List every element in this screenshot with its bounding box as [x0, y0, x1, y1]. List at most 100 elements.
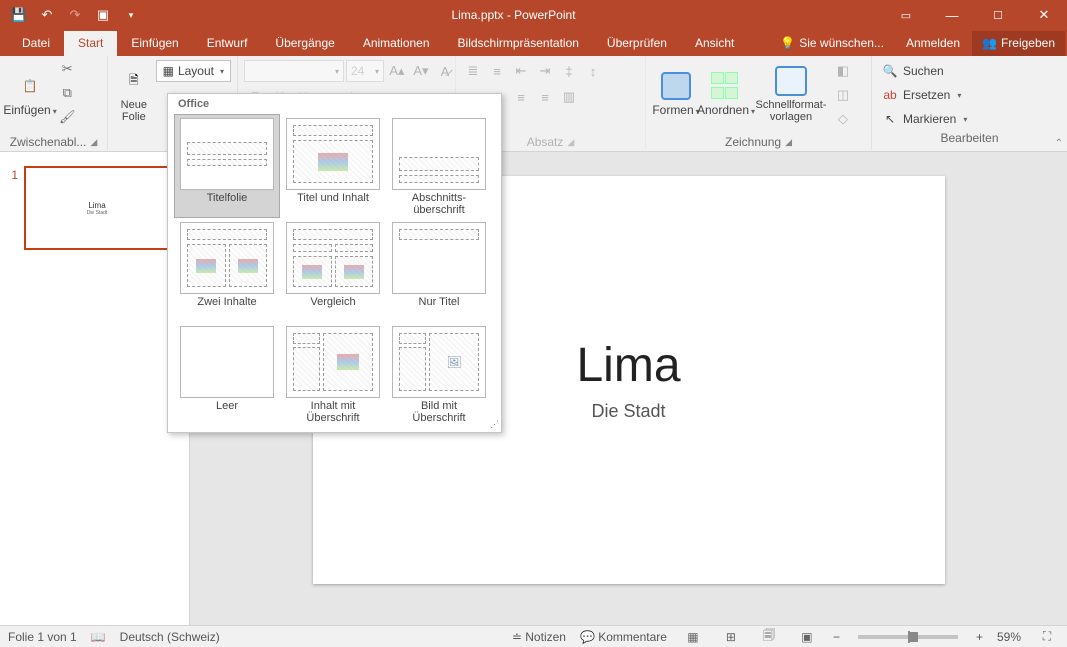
group-drawing: Formen▾ Anordnen▾ Schnellformat- vorlage… [646, 56, 872, 150]
search-icon: 🔍 [882, 64, 898, 78]
dialog-launcher-icon[interactable]: ◢ [785, 137, 792, 148]
work-area: 1 Lima Die Stadt Lima Die Stadt [0, 152, 1067, 625]
status-bar: Folie 1 von 1 📖 Deutsch (Schweiz) ≐ Noti… [0, 625, 1067, 647]
shape-fill-icon[interactable]: ◧ [832, 60, 854, 82]
decrease-font-icon[interactable]: A▾ [410, 60, 432, 82]
line-spacing-icon[interactable]: ‡ [558, 60, 580, 82]
redo-icon[interactable]: ↷ [62, 2, 88, 28]
cut-icon[interactable]: ✂ [56, 58, 79, 80]
tab-insert[interactable]: Einfügen [117, 31, 192, 56]
reading-view-icon[interactable]: 🗐 [757, 626, 781, 647]
spellcheck-icon[interactable]: 📖 [91, 630, 106, 644]
layout-abschnittsueberschrift[interactable]: Abschnitts- überschrift [386, 114, 492, 218]
new-slide-button[interactable]: 🗎 Neue Folie [114, 58, 154, 128]
language-label[interactable]: Deutsch (Schweiz) [120, 630, 220, 644]
slide-thumbnails-pane[interactable]: 1 Lima Die Stadt [0, 152, 190, 625]
quick-styles-button[interactable]: Schnellformat- vorlagen [752, 58, 830, 128]
start-from-beginning-icon[interactable]: ▣ [90, 2, 116, 28]
format-painter-icon[interactable]: 🖌 [56, 106, 79, 128]
layout-leer[interactable]: Leer [174, 322, 280, 426]
font-size-combo[interactable]: 24▾ [346, 60, 384, 82]
arrange-button[interactable]: Anordnen▾ [702, 58, 750, 128]
shape-outline-icon[interactable]: ◫ [832, 84, 854, 106]
paste-button[interactable]: 📋 Einfügen▾ [6, 58, 54, 128]
layout-titel-und-inhalt[interactable]: Titel und Inhalt [280, 114, 386, 218]
slide-thumbnail-1[interactable]: 1 Lima Die Stadt [6, 166, 183, 250]
collapse-ribbon-icon[interactable]: ⌃ [1055, 138, 1063, 149]
tab-slideshow[interactable]: Bildschirmpräsentation [444, 31, 593, 56]
select-icon: ↖ [882, 112, 898, 126]
tab-design[interactable]: Entwurf [193, 31, 262, 56]
layout-bild-mit-ueberschrift[interactable]: 🖼 Bild mit Überschrift [386, 322, 492, 426]
new-slide-icon: 🗎 [118, 65, 150, 97]
decrease-indent-icon[interactable]: ⇤ [510, 60, 532, 82]
layout-nur-titel[interactable]: Nur Titel [386, 218, 492, 322]
find-button[interactable]: 🔍Suchen [878, 60, 1061, 82]
minimize-icon[interactable]: — [929, 0, 975, 30]
clipboard-group-label: Zwischenabl... [10, 135, 87, 149]
layout-icon: ▦ [163, 64, 174, 78]
notes-button[interactable]: ≐ Notizen [512, 630, 566, 644]
layout-titelfolie[interactable]: Titelfolie [174, 114, 280, 218]
justify-icon[interactable]: ≡ [534, 86, 556, 108]
fit-to-window-icon[interactable]: ⛶ [1035, 629, 1059, 644]
window-controls: ▭ — ☐ ✕ [883, 0, 1067, 30]
document-title: Lima.pptx - PowerPoint [144, 8, 883, 22]
title-bar: 💾 ↶ ↷ ▣ ▾ Lima.pptx - PowerPoint ▭ — ☐ ✕ [0, 0, 1067, 30]
dialog-launcher-icon[interactable]: ◢ [90, 137, 97, 148]
ribbon-options-icon[interactable]: ▭ [883, 0, 929, 30]
layout-zwei-inhalte[interactable]: Zwei Inhalte [174, 218, 280, 322]
zoom-in-icon[interactable]: + [976, 630, 983, 644]
paragraph-group-label: Absatz [527, 135, 564, 149]
text-direction-icon[interactable]: ↕ [582, 60, 604, 82]
layout-button[interactable]: ▦ Layout ▾ [156, 60, 231, 82]
slide-title[interactable]: Lima [576, 338, 680, 393]
picture-icon: 🖼 [446, 355, 461, 369]
maximize-icon[interactable]: ☐ [975, 0, 1021, 30]
tab-view[interactable]: Ansicht [681, 31, 748, 56]
save-icon[interactable]: 💾 [6, 2, 32, 28]
drawing-group-label: Zeichnung [725, 135, 781, 149]
tab-animations[interactable]: Animationen [349, 31, 444, 56]
increase-indent-icon[interactable]: ⇥ [534, 60, 556, 82]
comments-button[interactable]: 💬 Kommentare [580, 630, 667, 644]
tab-transitions[interactable]: Übergänge [261, 31, 348, 56]
zoom-out-icon[interactable]: − [833, 630, 840, 644]
copy-icon[interactable]: ⧉ [56, 82, 79, 104]
paste-icon: 📋 [14, 70, 46, 102]
columns-icon[interactable]: ▥ [558, 86, 580, 108]
tab-home[interactable]: Start [64, 31, 117, 56]
undo-icon[interactable]: ↶ [34, 2, 60, 28]
tab-file[interactable]: Datei [8, 31, 64, 56]
layout-gallery: Office Titelfolie Titel und Inhalt Absch… [167, 93, 502, 433]
slide-sorter-icon[interactable]: ⊞ [719, 630, 743, 644]
slide-count-label: Folie 1 von 1 [8, 630, 77, 644]
slideshow-view-icon[interactable]: ▣ [795, 630, 819, 644]
numbering-icon[interactable]: ≡ [486, 60, 508, 82]
zoom-level[interactable]: 59% [997, 630, 1021, 644]
close-icon[interactable]: ✕ [1021, 0, 1067, 30]
dialog-launcher-icon[interactable]: ◢ [567, 137, 574, 148]
qat-customize-icon[interactable]: ▾ [118, 2, 144, 28]
tell-me[interactable]: 💡Sie wünschen... [770, 31, 894, 56]
shapes-button[interactable]: Formen▾ [652, 58, 700, 128]
increase-font-icon[interactable]: A▴ [386, 60, 408, 82]
zoom-slider[interactable] [858, 635, 958, 639]
align-right-icon[interactable]: ≡ [510, 86, 532, 108]
bullets-icon[interactable]: ≣ [462, 60, 484, 82]
resize-grip-icon[interactable]: ⋰ [490, 419, 499, 430]
slide-subtitle[interactable]: Die Stadt [591, 401, 665, 422]
editing-group-label: Bearbeiten [940, 131, 998, 145]
clear-formatting-icon[interactable]: A̷ [434, 60, 456, 82]
layout-inhalt-mit-ueberschrift[interactable]: Inhalt mit Überschrift [280, 322, 386, 426]
share-button[interactable]: 👥Freigeben [972, 31, 1065, 56]
tab-review[interactable]: Überprüfen [593, 31, 681, 56]
select-button[interactable]: ↖Markieren▾ [878, 108, 1061, 130]
replace-button[interactable]: abErsetzen▾ [878, 84, 1061, 106]
layout-vergleich[interactable]: Vergleich [280, 218, 386, 322]
normal-view-icon[interactable]: ▦ [681, 630, 705, 644]
font-family-combo[interactable]: ▾ [244, 60, 344, 82]
sign-in[interactable]: Anmelden [896, 31, 970, 56]
shape-effects-icon[interactable]: ◇ [832, 108, 854, 130]
ribbon: 📋 Einfügen▾ ✂ ⧉ 🖌 Zwischenabl...◢ 🗎 Neue… [0, 56, 1067, 152]
